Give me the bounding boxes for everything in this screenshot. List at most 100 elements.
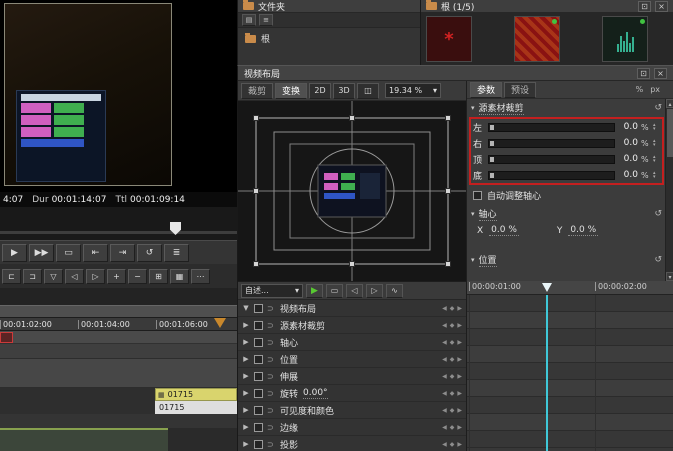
reset-icon[interactable]: ↺ (654, 103, 662, 113)
expander-icon[interactable]: ▶ (242, 338, 250, 346)
clip-caption[interactable]: 01715 (155, 401, 237, 414)
row-checkbox[interactable] (254, 389, 263, 398)
fast-forward-button[interactable]: ▶▶ (29, 244, 54, 262)
section-source-crop[interactable]: ▾ 源素材裁剪 ↺ (467, 101, 666, 115)
tree-row-video-layout[interactable]: ▼ ⊃ 视频布局 ◀◆▶ (238, 300, 466, 317)
next-key-icon[interactable]: ▶ (457, 424, 462, 431)
scrollbar-thumb[interactable] (667, 109, 673, 157)
row-checkbox[interactable] (254, 440, 263, 449)
crop-value[interactable]: 0.0 (618, 170, 638, 180)
mode-2d-button[interactable]: 2D (309, 83, 331, 99)
next-key-icon[interactable]: ▶ (457, 356, 462, 363)
prev-key-icon[interactable]: ◀ (442, 390, 447, 397)
expander-icon[interactable]: ▼ (242, 304, 250, 312)
tab-presets[interactable]: 预设 (504, 82, 536, 98)
reset-icon[interactable]: ↺ (654, 209, 662, 219)
dialog-float-button[interactable]: ⊡ (637, 68, 650, 79)
next-key-icon[interactable]: ▶ (457, 373, 462, 380)
timeline-clip[interactable]: ▦ 01715 (155, 388, 237, 401)
transport-menu-button[interactable]: ≣ (164, 244, 189, 262)
prev-key-icon[interactable]: ◀ (442, 305, 447, 312)
goto-in-button[interactable]: ⇤ (83, 244, 108, 262)
row-checkbox[interactable] (254, 355, 263, 364)
add-key-icon[interactable]: ◆ (450, 322, 455, 329)
expander-icon[interactable]: ▶ (242, 423, 250, 431)
playhead-handle[interactable] (542, 283, 552, 292)
next-keyframe-button[interactable]: ▷ (366, 284, 383, 298)
add-key-icon[interactable]: ◆ (450, 339, 455, 346)
next-key-icon[interactable]: ▶ (457, 407, 462, 414)
keyframe-play-button[interactable]: ▶ (306, 284, 323, 298)
folder-item-root[interactable]: 根 (238, 28, 420, 49)
expander-icon[interactable]: ▶ (242, 389, 250, 397)
row-checkbox[interactable] (254, 321, 263, 330)
folder-list-icon[interactable]: ≡ (259, 14, 273, 26)
tab-parameters[interactable]: 参数 (470, 82, 502, 98)
tab-crop[interactable]: 裁剪 (241, 83, 273, 99)
add-key-icon[interactable]: ◆ (450, 441, 455, 448)
add-key-icon[interactable]: ◆ (450, 356, 455, 363)
prev-key-icon[interactable]: ◀ (442, 373, 447, 380)
crop-right-slider[interactable] (488, 139, 615, 148)
tree-row-edge[interactable]: ▶ ⊃ 边缘 ◀◆▶ (238, 419, 466, 436)
prev-keyframe-button[interactable]: ◁ (346, 284, 363, 298)
next-key-icon[interactable]: ▶ (457, 441, 462, 448)
add-marker-button[interactable]: ▽ (44, 269, 63, 284)
dialog-title-bar[interactable]: 视频布局 ⊡ × (238, 66, 673, 81)
keyframe-timeline[interactable]: 00:00:01:00 00:00:02:00 (466, 281, 673, 451)
expander-icon[interactable]: ▶ (242, 321, 250, 329)
stepper-control[interactable]: ▴▾ (653, 123, 660, 131)
auto-adjust-checkbox[interactable] (473, 191, 482, 200)
expander-icon[interactable]: ▶ (242, 440, 250, 448)
add-key-icon[interactable]: ◆ (450, 305, 455, 312)
interpolation-select[interactable]: 自述... ▾ (241, 284, 303, 298)
grid-button[interactable]: ⊞ (149, 269, 168, 284)
zoom-out-button[interactable]: − (128, 269, 147, 284)
crop-bottom-slider[interactable] (488, 171, 615, 180)
play-button[interactable]: ▶ (2, 244, 27, 262)
row-checkbox[interactable] (254, 406, 263, 415)
tree-row-visibility-color[interactable]: ▶ ⊃ 可见度和颜色 ◀◆▶ (238, 402, 466, 419)
next-frame-button[interactable]: ▷ (86, 269, 105, 284)
prev-key-icon[interactable]: ◀ (442, 356, 447, 363)
mode-3d-button[interactable]: 3D (333, 83, 355, 99)
crop-value[interactable]: 0.0 (618, 138, 638, 148)
add-key-icon[interactable]: ◆ (450, 373, 455, 380)
prev-key-icon[interactable]: ◀ (442, 339, 447, 346)
row-checkbox[interactable] (254, 338, 263, 347)
prev-key-icon[interactable]: ◀ (442, 322, 447, 329)
tree-row-position[interactable]: ▶ ⊃ 位置 ◀◆▶ (238, 351, 466, 368)
next-key-icon[interactable]: ▶ (457, 339, 462, 346)
unit-px-button[interactable]: px (650, 85, 660, 94)
shuttle-track[interactable] (0, 231, 237, 234)
clip-thumbnail-red[interactable] (514, 16, 560, 62)
unit-percent-button[interactable]: % (636, 85, 644, 94)
set-in-button[interactable]: ⊏ (2, 269, 21, 284)
row-value[interactable]: 0.00° (303, 388, 328, 399)
panel-close-button[interactable]: × (655, 1, 668, 12)
expander-icon[interactable]: ▶ (242, 406, 250, 414)
row-checkbox[interactable] (254, 372, 263, 381)
curve-button[interactable]: ∿ (386, 284, 403, 298)
crop-top-slider[interactable] (488, 155, 615, 164)
crop-value[interactable]: 0.0 (618, 154, 638, 164)
tree-row-stretch[interactable]: ▶ ⊃ 伸展 ◀◆▶ (238, 368, 466, 385)
timeline-clip-red[interactable] (0, 332, 13, 343)
stepper-control[interactable]: ▴▾ (653, 171, 660, 179)
keyframe-ruler[interactable]: 00:00:01:00 00:00:02:00 (467, 281, 673, 295)
section-position[interactable]: ▾ 位置 ↺ (467, 253, 666, 267)
expander-icon[interactable]: ▶ (242, 372, 250, 380)
row-checkbox[interactable] (254, 423, 263, 432)
stepper-control[interactable]: ▴▾ (653, 139, 660, 147)
loop-button[interactable]: ↺ (137, 244, 162, 262)
keyframe-display-button[interactable]: ▭ (326, 284, 343, 298)
tree-row-shadow[interactable]: ▶ ⊃ 投影 ◀◆▶ (238, 436, 466, 451)
more-button[interactable]: ⋯ (191, 269, 210, 284)
parameters-scrollbar[interactable]: ▴ ▾ (665, 99, 673, 281)
next-key-icon[interactable]: ▶ (457, 305, 462, 312)
expander-icon[interactable]: ▶ (242, 355, 250, 363)
prev-key-icon[interactable]: ◀ (442, 441, 447, 448)
timeline-marker[interactable] (214, 318, 226, 328)
tree-row-source-crop[interactable]: ▶ ⊃ 源素材裁剪 ◀◆▶ (238, 317, 466, 334)
clip-thumbnail-audio[interactable] (602, 16, 648, 62)
